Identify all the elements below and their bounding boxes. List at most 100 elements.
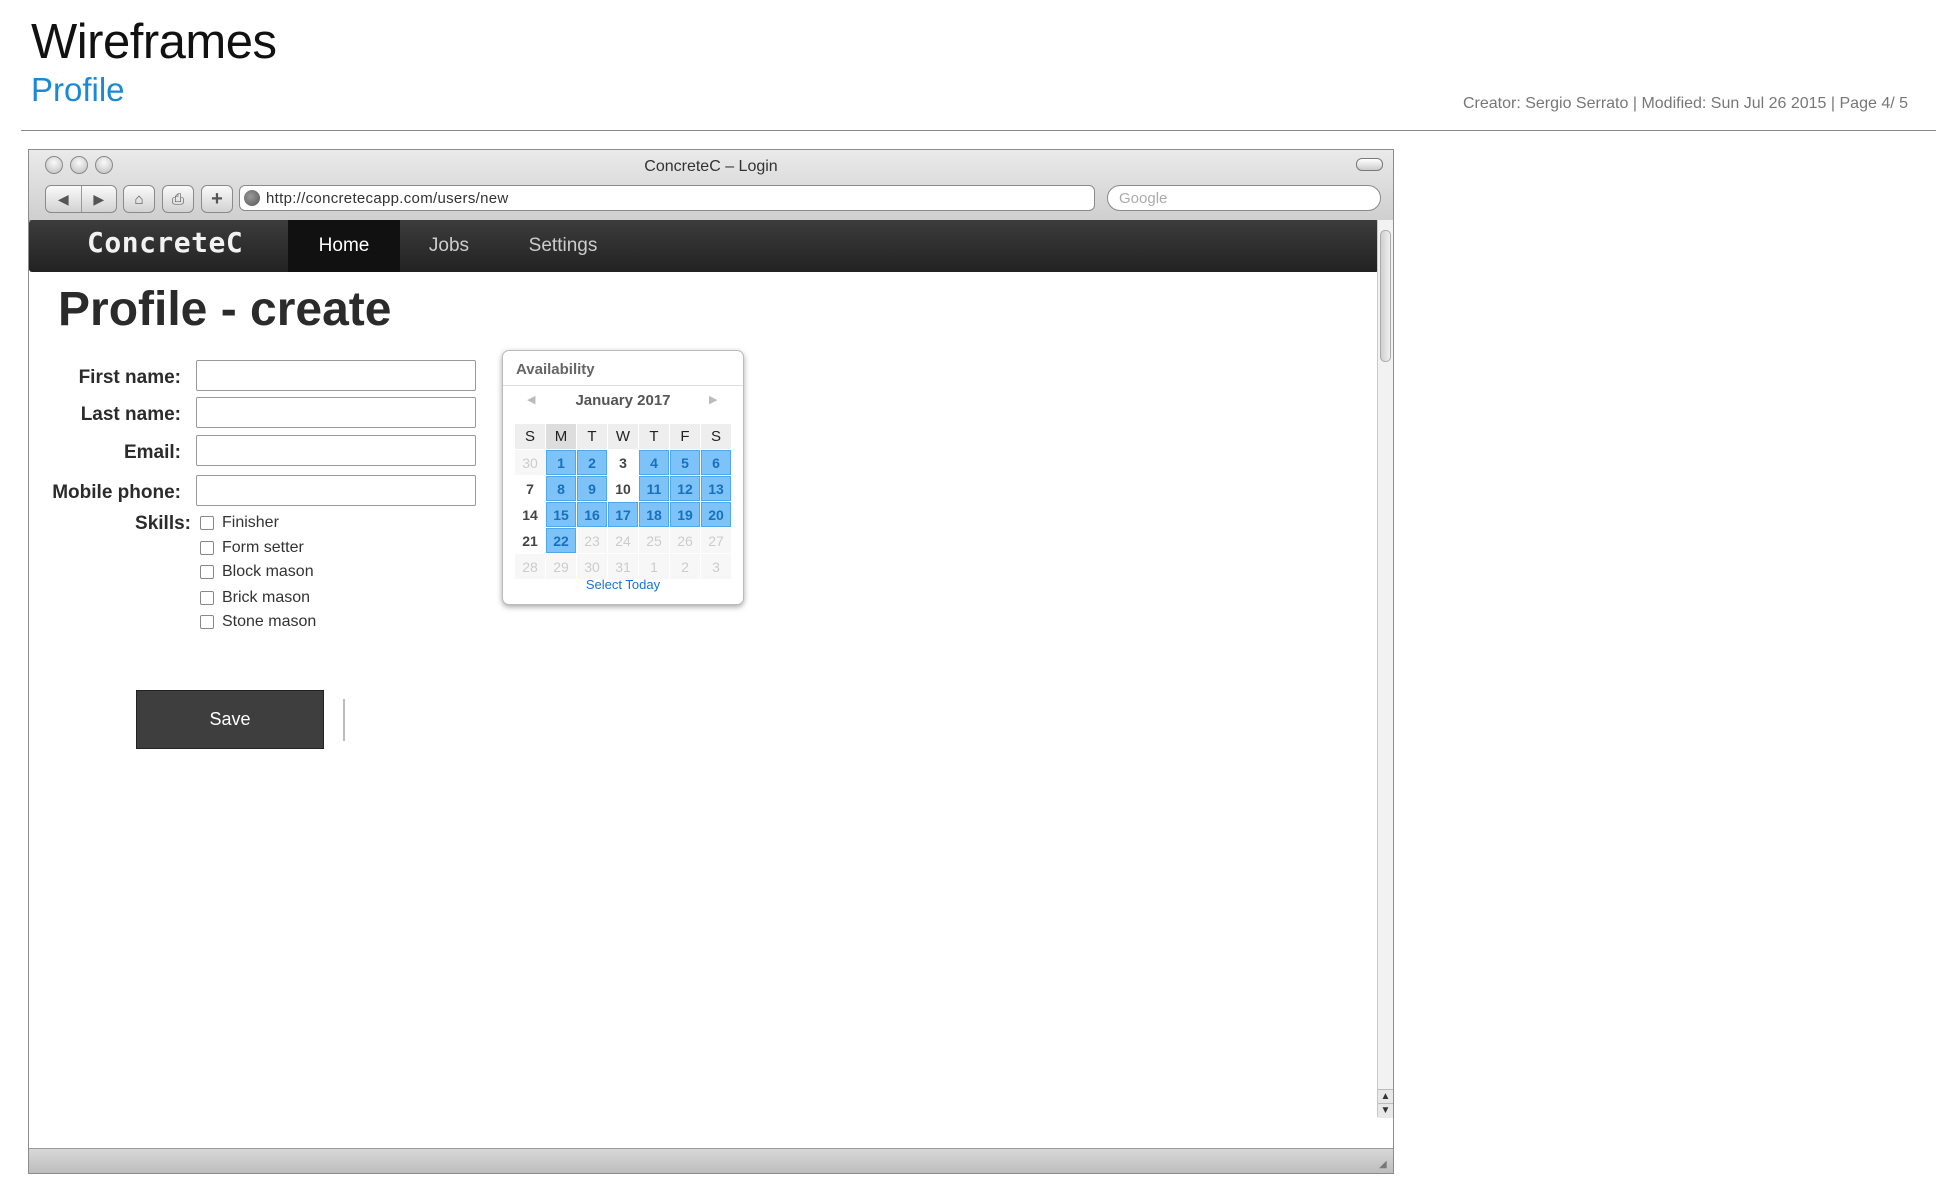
skill-label: Brick mason xyxy=(222,589,311,606)
skill-option-block-mason[interactable]: Block mason xyxy=(200,563,314,581)
email-field[interactable] xyxy=(196,435,476,466)
calendar-month: January 2017 xyxy=(575,392,671,409)
availability-calendar: Availability ◀ January 2017 ▶ S M T W T F S 30 1… xyxy=(502,350,744,605)
calendar-day[interactable]: 25 xyxy=(639,528,669,553)
calendar-day[interactable]: 28 xyxy=(515,554,545,579)
nav-settings[interactable]: Settings xyxy=(498,220,628,272)
first-name-label: First name: xyxy=(78,367,181,388)
checkbox[interactable] xyxy=(200,615,214,629)
history-buttons: ◀ ▶ xyxy=(45,185,117,213)
calendar-day-selected[interactable]: 17 xyxy=(608,502,638,527)
calendar-day-selected[interactable]: 15 xyxy=(546,502,576,527)
add-bookmark-icon[interactable]: + xyxy=(201,185,233,213)
calendar-day-selected[interactable]: 11 xyxy=(639,476,669,501)
nav-home[interactable]: Home xyxy=(288,220,400,272)
save-button[interactable]: Save xyxy=(136,690,324,749)
calendar-day[interactable]: 29 xyxy=(546,554,576,579)
scroll-up-icon[interactable]: ▲ xyxy=(1378,1089,1393,1104)
calendar-day[interactable]: 3 xyxy=(701,554,731,579)
scrollbar-thumb[interactable] xyxy=(1380,230,1391,362)
checkbox[interactable] xyxy=(200,516,214,530)
browser-titlebar: ConcreteC – Login ◀ ▶ ⌂ ⎙ + http://concr… xyxy=(29,150,1393,221)
calendar-day-selected[interactable]: 16 xyxy=(577,502,607,527)
divider xyxy=(21,130,1936,131)
last-name-label: Last name: xyxy=(80,404,181,425)
home-icon[interactable]: ⌂ xyxy=(123,185,155,213)
calendar-day-selected[interactable]: 20 xyxy=(701,502,731,527)
calendar-day-selected[interactable]: 6 xyxy=(701,450,731,475)
vertical-scrollbar[interactable]: ▲ ▼ xyxy=(1377,220,1393,1118)
calendar-day-selected[interactable]: 1 xyxy=(546,450,576,475)
calendar-day[interactable]: 14 xyxy=(515,502,545,527)
back-icon[interactable]: ◀ xyxy=(46,186,81,212)
calendar-day-selected[interactable]: 19 xyxy=(670,502,700,527)
calendar-day-selected[interactable]: 2 xyxy=(577,450,607,475)
checkbox[interactable] xyxy=(200,541,214,555)
calendar-day[interactable]: 7 xyxy=(515,476,545,501)
toolbar-toggle-button[interactable] xyxy=(1356,158,1383,171)
calendar-day-selected[interactable]: 4 xyxy=(639,450,669,475)
weekday-header: T xyxy=(639,424,669,449)
window-title: ConcreteC – Login xyxy=(644,158,778,175)
browser-window: ConcreteC – Login ◀ ▶ ⌂ ⎙ + http://concr… xyxy=(28,149,1394,1174)
calendar-day-selected[interactable]: 5 xyxy=(670,450,700,475)
weekday-header: S xyxy=(701,424,731,449)
search-field[interactable]: Google xyxy=(1107,185,1381,211)
resize-grip-icon[interactable]: ◢ xyxy=(1379,1159,1391,1171)
calendar-header: Availability xyxy=(503,351,743,386)
calendar-day-selected[interactable]: 9 xyxy=(577,476,607,501)
brand-logo[interactable]: ConcreteC xyxy=(87,226,243,259)
weekday-header: S xyxy=(515,424,545,449)
calendar-day[interactable]: 23 xyxy=(577,528,607,553)
nav-jobs[interactable]: Jobs xyxy=(400,220,498,272)
calendar-day[interactable]: 30 xyxy=(515,450,545,475)
doc-subtitle: Profile xyxy=(31,71,125,108)
skill-option-brick-mason[interactable]: Brick mason xyxy=(200,589,310,607)
calendar-day[interactable]: 21 xyxy=(515,528,545,553)
doc-title: Wireframes xyxy=(31,15,277,69)
calendar-day[interactable]: 27 xyxy=(701,528,731,553)
calendar-day[interactable]: 30 xyxy=(577,554,607,579)
address-text: http://concretecapp.com/users/new xyxy=(266,190,509,207)
skill-label: Stone mason xyxy=(222,613,317,630)
calendar-day[interactable]: 24 xyxy=(608,528,638,553)
skill-label: Block mason xyxy=(222,563,314,580)
calendar-day[interactable]: 2 xyxy=(670,554,700,579)
search-placeholder: Google xyxy=(1119,190,1168,207)
skill-label: Form setter xyxy=(222,539,304,556)
calendar-grid: S M T W T F S 30 1 2 3 4 5 6 7 8 9 10 11 12 13 14 15 16 17 18 19 20… xyxy=(515,424,731,579)
page-title: Profile - create xyxy=(58,283,392,336)
skill-option-finisher[interactable]: Finisher xyxy=(200,514,279,532)
skill-label: Finisher xyxy=(222,514,279,531)
mobile-phone-field[interactable] xyxy=(196,475,476,506)
skill-option-form-setter[interactable]: Form setter xyxy=(200,539,304,557)
last-name-field[interactable] xyxy=(196,397,476,428)
chevron-right-icon[interactable]: ▶ xyxy=(709,393,717,406)
forward-icon[interactable]: ▶ xyxy=(80,186,117,212)
weekday-header: M xyxy=(546,424,576,449)
weekday-header: F xyxy=(670,424,700,449)
calendar-day-selected[interactable]: 8 xyxy=(546,476,576,501)
checkbox[interactable] xyxy=(200,565,214,579)
print-icon[interactable]: ⎙ xyxy=(162,185,194,213)
calendar-day[interactable]: 3 xyxy=(608,450,638,475)
select-today-link[interactable]: Select Today xyxy=(503,577,743,592)
first-name-field[interactable] xyxy=(196,360,476,391)
calendar-day[interactable]: 10 xyxy=(608,476,638,501)
skills-label: Skills: xyxy=(135,513,191,534)
calendar-day-selected[interactable]: 13 xyxy=(701,476,731,501)
doc-meta: Creator: Sergio Serrato | Modified: Sun … xyxy=(1462,95,1908,112)
calendar-day[interactable]: 31 xyxy=(608,554,638,579)
calendar-day-selected[interactable]: 22 xyxy=(546,528,576,553)
calendar-title: Availability xyxy=(516,361,595,378)
calendar-day-selected[interactable]: 18 xyxy=(639,502,669,527)
calendar-day-selected[interactable]: 12 xyxy=(670,476,700,501)
address-bar[interactable]: http://concretecapp.com/users/new xyxy=(239,185,1095,211)
mobile-phone-label: Mobile phone: xyxy=(52,482,181,503)
status-bar: ◢ xyxy=(29,1148,1393,1173)
checkbox[interactable] xyxy=(200,591,214,605)
calendar-day[interactable]: 1 xyxy=(639,554,669,579)
calendar-day[interactable]: 26 xyxy=(670,528,700,553)
skill-option-stone-mason[interactable]: Stone mason xyxy=(200,613,316,631)
scroll-down-icon[interactable]: ▼ xyxy=(1378,1103,1393,1118)
